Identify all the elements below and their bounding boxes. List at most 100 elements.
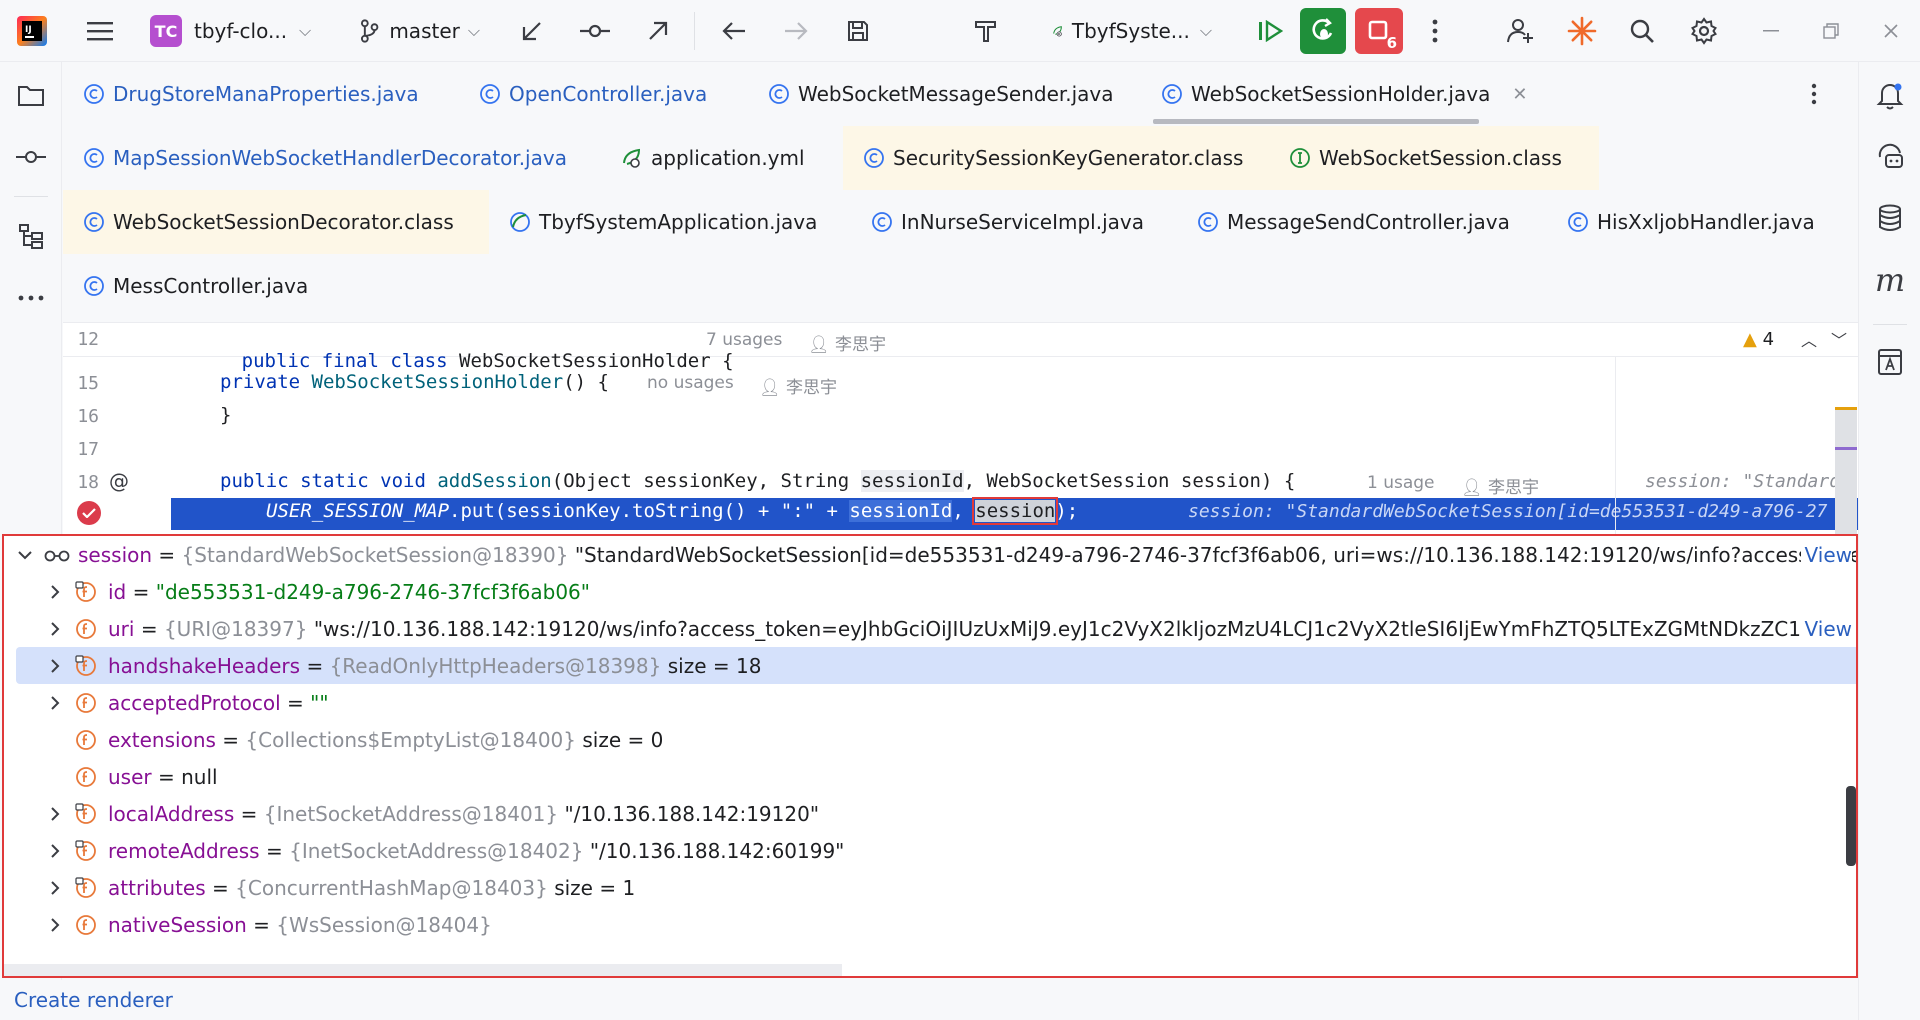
code-param-highlight: sessionId (860, 470, 964, 492)
author-hint[interactable]: 👤︎ 李思宇 (759, 373, 837, 398)
vertical-scrollbar-thumb[interactable] (1846, 786, 1856, 866)
tab-overflow-menu[interactable] (1803, 62, 1843, 126)
tab-message-send-controller[interactable]: MessageSendController.java (1177, 190, 1510, 254)
chevron-right-icon[interactable] (46, 842, 64, 860)
variable-type: {InetSocketAddress@18401} (263, 801, 559, 826)
variable-text: uri = {URI@18397} "ws://10.136.188.142:1… (108, 617, 1828, 641)
view-link[interactable]: View (1800, 542, 1852, 567)
resume-program-icon[interactable] (1252, 0, 1288, 62)
editor-scrollbar-thumb[interactable] (1835, 407, 1857, 534)
tab-label: HisXxljobHandler.java (1597, 210, 1815, 234)
author-hint[interactable]: 👤︎ 李思宇 (1461, 473, 1539, 498)
tab-websocket-message-sender[interactable]: WebSocketMessageSender.java (748, 62, 1114, 126)
main-toolbar: IJ TC tbyf-clo... ⌵ master ⌵ TbyfSyste..… (0, 0, 1920, 62)
notifications-bell-icon[interactable] (1868, 74, 1912, 118)
tab-websocket-session-decorator[interactable]: WebSocketSessionDecorator.class (63, 190, 489, 254)
chevron-right-icon[interactable] (46, 620, 64, 638)
tab-websocket-session-holder[interactable]: WebSocketSessionHolder.java ✕ (1141, 62, 1527, 126)
run-config-selector[interactable]: TbyfSyste... ⌵ (1052, 0, 1212, 62)
save-icon[interactable] (838, 0, 878, 62)
variable-row-extensions[interactable]: extensions = {Collections$EmptyList@1840… (4, 721, 1856, 758)
chevron-right-icon[interactable] (46, 879, 64, 897)
code-keyword: private (220, 371, 301, 393)
structure-icon[interactable] (9, 214, 53, 258)
translate-doc-icon[interactable] (1868, 340, 1912, 384)
code-selected-session[interactable]: session (972, 497, 1059, 525)
add-user-icon[interactable] (1500, 0, 1540, 62)
variable-row-handshake-headers[interactable]: handshakeHeaders = {ReadOnlyHttpHeaders@… (16, 647, 1856, 684)
tab-map-session-decorator[interactable]: MapSessionWebSocketHandlerDecorator.java (63, 126, 567, 190)
chevron-right-icon[interactable] (46, 805, 64, 823)
code-editor[interactable]: 12 public final class WebSocketSessionHo… (63, 322, 1858, 534)
close-window-icon[interactable] (1876, 0, 1906, 62)
author-hint[interactable]: 👤︎ 李思宇 (808, 330, 886, 355)
tab-application-yml[interactable]: application.yml (601, 126, 805, 190)
branch-switcher[interactable]: master ⌵ (360, 0, 480, 62)
rerun-debug-button[interactable] (1300, 0, 1346, 62)
variable-row-attributes[interactable]: attributes = {ConcurrentHashMap@18403} s… (4, 869, 1856, 906)
variable-row-native-session[interactable]: nativeSession = {WsSession@18404} (4, 906, 1856, 943)
more-actions-icon[interactable] (1420, 0, 1450, 62)
search-icon[interactable] (1622, 0, 1662, 62)
ai-assistant-icon[interactable] (1562, 0, 1602, 62)
tab-mess-controller[interactable]: MessController.java (63, 254, 308, 318)
tab-label: OpenController.java (509, 82, 708, 106)
usages-hint[interactable]: 1 usage (1367, 473, 1435, 493)
back-arrow-icon[interactable] (714, 0, 754, 62)
tab-in-nurse-service-impl[interactable]: InNurseServiceImpl.java (851, 190, 1144, 254)
stop-button[interactable]: 6 (1354, 0, 1404, 62)
vcs-commit-icon[interactable] (575, 0, 615, 62)
vcs-update-icon[interactable] (512, 0, 552, 62)
more-tools-icon[interactable] (9, 276, 53, 320)
chevron-right-icon[interactable] (46, 694, 64, 712)
usages-hint[interactable]: no usages (647, 373, 734, 393)
chevron-right-icon[interactable] (46, 657, 64, 675)
project-folder-icon[interactable] (9, 74, 53, 118)
warnings-indicator[interactable]: ▲ 4 (1743, 329, 1774, 350)
code-keyword: public static void (220, 470, 426, 492)
user-icon: 👤︎ (759, 378, 781, 398)
horizontal-scrollbar[interactable] (4, 964, 842, 976)
build-hammer-icon[interactable] (966, 0, 1006, 62)
variable-name: remoteAddress (108, 838, 260, 863)
maven-m-icon[interactable]: m (1868, 258, 1912, 302)
tab-security-session-keygen[interactable]: SecuritySessionKeyGenerator.class (843, 126, 1269, 190)
vcs-push-icon[interactable] (638, 0, 678, 62)
project-switcher[interactable]: TC tbyf-clo... ⌵ (150, 0, 320, 62)
chevron-up-icon[interactable]: ︿ (1801, 327, 1817, 351)
java-class-icon (872, 212, 892, 232)
restore-window-icon[interactable] (1816, 0, 1846, 62)
settings-gear-icon[interactable] (1684, 0, 1724, 62)
chevron-right-icon[interactable] (46, 583, 64, 601)
breakpoint-icon[interactable] (77, 501, 101, 525)
variable-row-user[interactable]: user = null (4, 758, 1856, 795)
tab-open-controller[interactable]: OpenController.java (459, 62, 707, 126)
variable-row-accepted-protocol[interactable]: acceptedProtocol = "" (4, 684, 1856, 721)
stop-count-badge: 6 (1386, 34, 1397, 52)
minimize-window-icon[interactable] (1756, 0, 1786, 62)
main-menu-icon[interactable] (78, 0, 122, 62)
forward-arrow-icon[interactable] (776, 0, 816, 62)
variable-row-id[interactable]: id = "de553531-d249-a796-2746-37fcf3f6ab… (4, 573, 1856, 610)
chevron-down-icon[interactable] (16, 546, 34, 564)
override-at-icon[interactable]: @ (109, 469, 129, 493)
view-link[interactable]: View (1800, 616, 1852, 641)
ai-chat-icon[interactable] (1868, 135, 1912, 179)
sticky-class-header: 12 public final class WebSocketSessionHo… (63, 323, 1858, 372)
commit-icon[interactable] (9, 135, 53, 179)
variable-row-session[interactable]: session = {StandardWebSocketSession@1839… (4, 536, 1856, 573)
chevron-right-icon[interactable] (46, 916, 64, 934)
database-icon[interactable] (1868, 196, 1912, 240)
chevron-down-icon[interactable]: ﹀ (1831, 327, 1847, 351)
tab-websocket-session-class[interactable]: WebSocketSession.class (1269, 126, 1599, 190)
tab-drugstore-properties[interactable]: DrugStoreManaProperties.java (63, 62, 419, 126)
variable-row-uri[interactable]: uri = {URI@18397} "ws://10.136.188.142:1… (4, 610, 1856, 647)
tab-his-xxljob-handler[interactable]: HisXxljobHandler.java (1547, 190, 1815, 254)
variable-row-remote-address[interactable]: remoteAddress = {InetSocketAddress@18402… (4, 832, 1856, 869)
create-renderer-link[interactable]: Create renderer (14, 988, 173, 1012)
intellij-logo-icon[interactable]: IJ (14, 0, 50, 62)
variable-row-local-address[interactable]: localAddress = {InetSocketAddress@18401}… (4, 795, 1856, 832)
tab-tbyf-system-application[interactable]: TbyfSystemApplication.java (489, 190, 817, 254)
close-tab-icon[interactable]: ✕ (1512, 84, 1527, 105)
usages-hint[interactable]: 7 usages (706, 330, 782, 350)
